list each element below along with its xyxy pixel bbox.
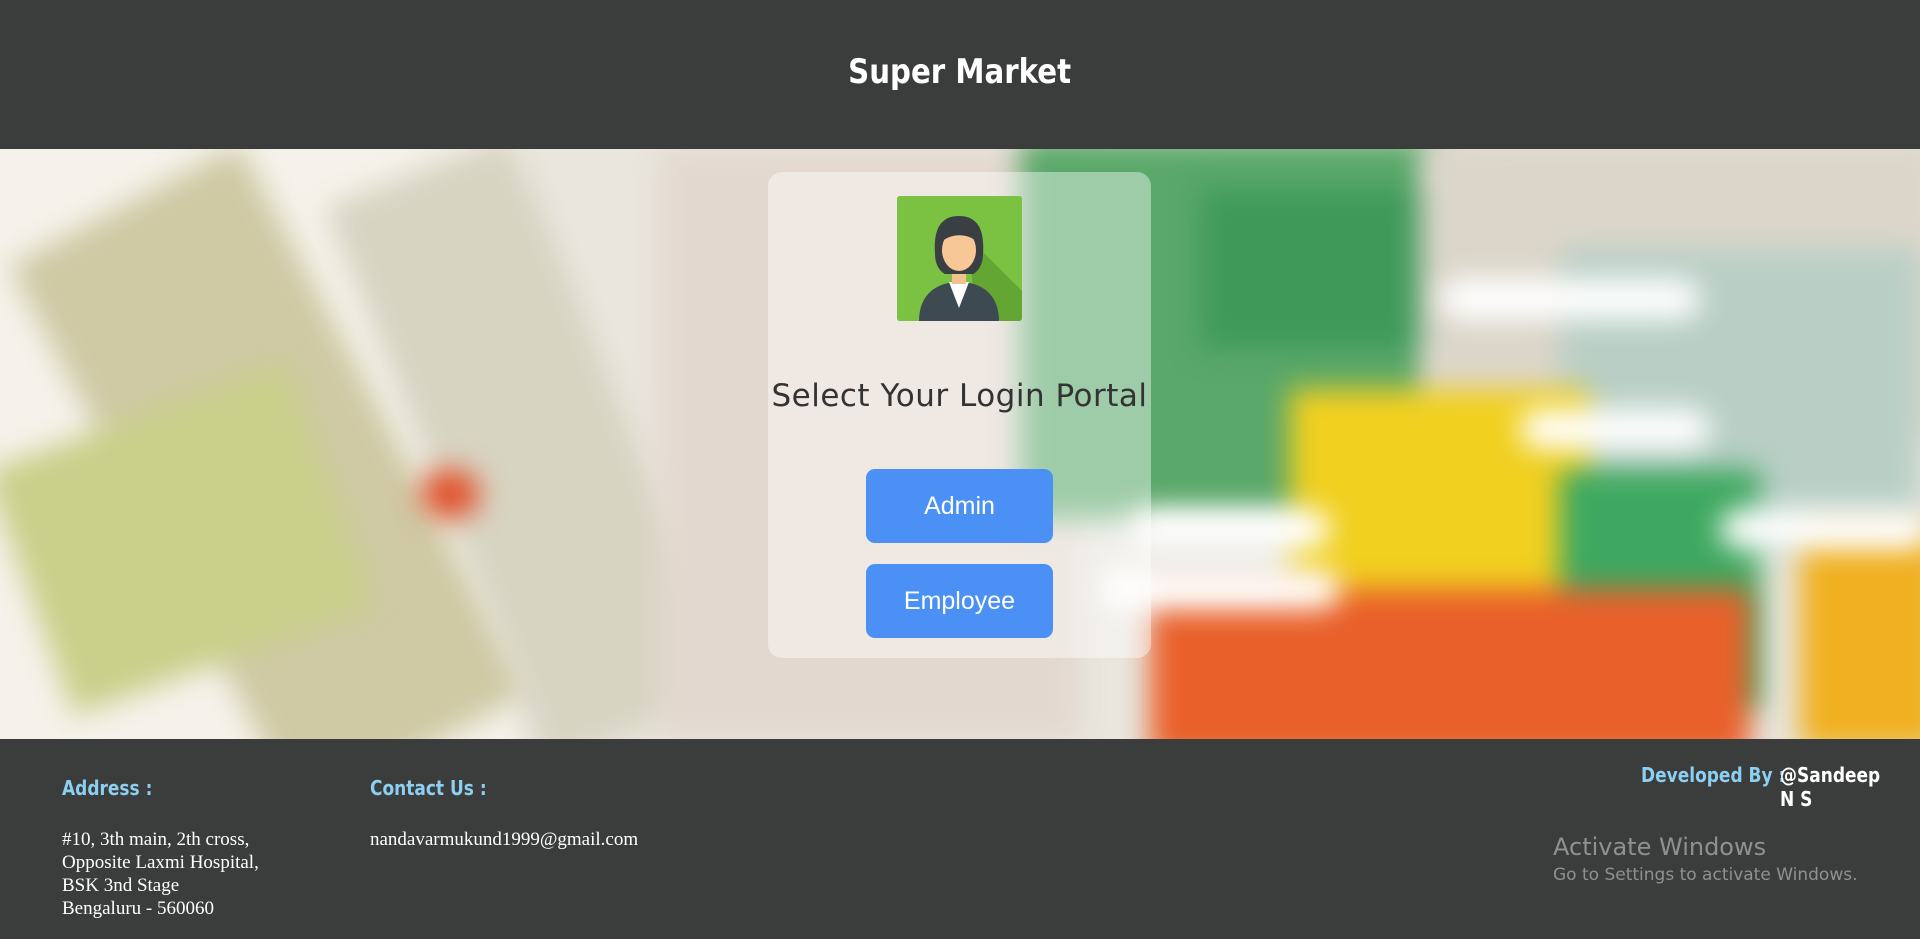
- login-portal-heading: Select Your Login Portal: [771, 378, 1148, 414]
- female-user-avatar-icon: [897, 196, 1022, 321]
- admin-login-button[interactable]: Admin: [866, 469, 1053, 543]
- address-block: #10, 3th main, 2th cross, Opposite Laxmi…: [62, 828, 259, 920]
- address-heading: Address :: [62, 776, 153, 800]
- watermark-title: Activate Windows: [1553, 833, 1767, 861]
- address-line: BSK 3nd Stage: [62, 875, 180, 896]
- hero-background-image: Select Your Login Portal Admin Employee: [0, 149, 1920, 739]
- address-line: #10, 3th main, 2th cross,: [62, 829, 250, 850]
- address-line: Opposite Laxmi Hospital,: [62, 852, 259, 873]
- address-line: Bengaluru - 560060: [62, 898, 214, 919]
- page-title: Super Market: [848, 51, 1072, 92]
- header-bar: Super Market: [0, 0, 1920, 149]
- activate-windows-watermark: Activate Windows Go to Settings to activ…: [1553, 833, 1858, 885]
- contact-heading: Contact Us :: [370, 776, 487, 800]
- login-card: Select Your Login Portal Admin Employee: [768, 172, 1151, 658]
- employee-login-button[interactable]: Employee: [866, 564, 1053, 638]
- watermark-subtitle: Go to Settings to activate Windows.: [1553, 865, 1858, 885]
- contact-email[interactable]: nandavarmukund1999@gmail.com: [370, 828, 638, 851]
- developed-by-heading: Developed By :: [1641, 763, 1786, 787]
- developer-name: @Sandeep N S: [1780, 763, 1881, 811]
